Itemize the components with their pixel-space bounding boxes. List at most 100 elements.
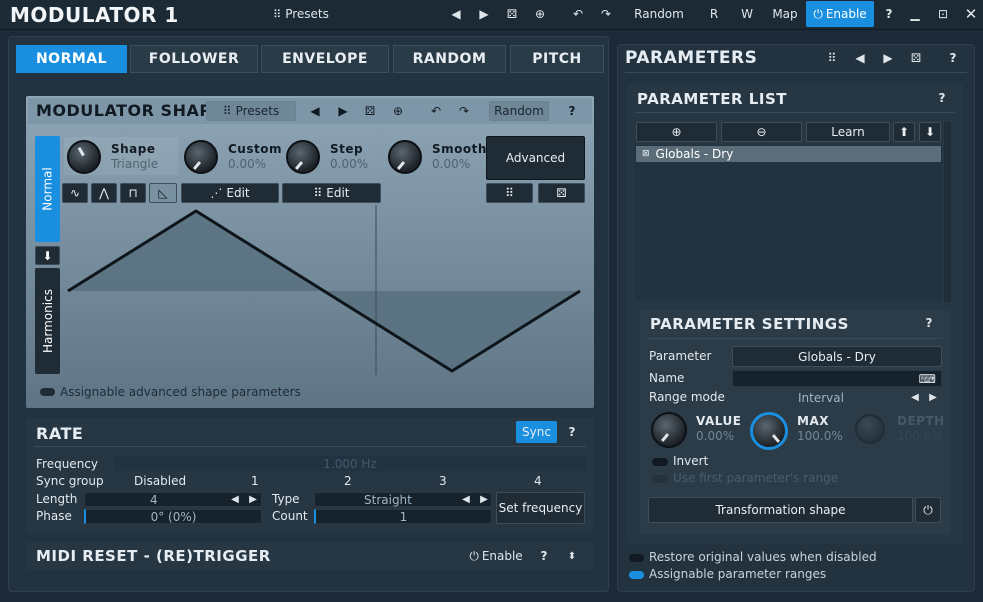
shape-random-button[interactable]: Random bbox=[489, 101, 549, 121]
step-knob[interactable] bbox=[286, 140, 320, 174]
edit-points-button[interactable]: ⋰ Edit bbox=[181, 183, 279, 203]
presets-button[interactable]: ⠿ Presets bbox=[268, 4, 334, 24]
range-next-icon[interactable]: ▶ bbox=[927, 390, 939, 404]
length-next-icon[interactable]: ▶ bbox=[247, 492, 259, 506]
plugin-window: MODULATOR 1 ⠿ Presets ◀ ▶ ⚄ ⊕ ↶ ↷ Random … bbox=[0, 0, 983, 602]
random-button[interactable]: Random bbox=[630, 5, 688, 23]
steps-icon: ⠿ bbox=[313, 186, 323, 200]
type-next-icon[interactable]: ▶ bbox=[478, 492, 490, 506]
grid-view-icon[interactable]: ⠿ bbox=[486, 183, 533, 203]
dice-view-icon[interactable]: ⚄ bbox=[538, 183, 585, 203]
transformation-power-icon[interactable]: ⏻ bbox=[915, 497, 941, 523]
next-preset-icon[interactable]: ▶ bbox=[476, 5, 492, 23]
sine-wave-icon[interactable]: ∿ bbox=[62, 183, 88, 203]
grid-icon: ⠿ bbox=[273, 7, 282, 21]
params-grid-icon[interactable]: ⠿ bbox=[824, 50, 840, 66]
phase-label: Phase bbox=[36, 509, 72, 523]
invert-toggle[interactable] bbox=[652, 458, 668, 466]
value-knob[interactable] bbox=[651, 412, 687, 448]
midi-help-icon[interactable]: ? bbox=[536, 548, 552, 564]
tab-normal[interactable]: NORMAL bbox=[16, 45, 127, 73]
read-button[interactable]: R bbox=[706, 5, 722, 23]
move-up-icon[interactable]: ⬆ bbox=[893, 122, 915, 142]
shape-prev-icon[interactable]: ◀ bbox=[308, 103, 322, 119]
transformation-shape-button[interactable]: Transformation shape bbox=[648, 497, 913, 523]
range-prev-icon[interactable]: ◀ bbox=[909, 390, 921, 404]
max-label: MAX bbox=[797, 414, 829, 428]
sync-button[interactable]: Sync bbox=[516, 421, 557, 443]
phase-field[interactable]: 0° (0%) bbox=[84, 509, 262, 524]
undo-icon[interactable]: ↶ bbox=[569, 5, 587, 23]
shape-knob[interactable] bbox=[67, 140, 101, 174]
waveform-graph[interactable] bbox=[62, 205, 586, 380]
rate-divider bbox=[34, 446, 586, 447]
list-scrollbar[interactable] bbox=[944, 122, 951, 302]
waveform-fill-upper bbox=[68, 211, 324, 291]
name-input[interactable]: ⌨ bbox=[732, 370, 942, 387]
close-icon[interactable]: ✕ bbox=[962, 5, 980, 23]
write-button[interactable]: W bbox=[737, 5, 757, 23]
rate-help-icon[interactable]: ? bbox=[564, 424, 580, 440]
arrow-down-icon[interactable]: ⬇ bbox=[35, 246, 60, 265]
assignable-ranges-toggle[interactable] bbox=[629, 571, 644, 579]
midi-expand-icon[interactable]: ⬍ bbox=[566, 548, 578, 564]
settings-help-icon[interactable]: ? bbox=[921, 315, 937, 331]
list-item[interactable]: ⊠ Globals - Dry bbox=[636, 146, 941, 162]
map-button[interactable]: Map bbox=[770, 5, 800, 23]
set-frequency-button[interactable]: Set frequency bbox=[496, 492, 585, 524]
syncgroup-2: 2 bbox=[344, 474, 352, 488]
length-prev-icon[interactable]: ◀ bbox=[229, 492, 241, 506]
custom-knob[interactable] bbox=[184, 140, 218, 174]
step-knob-label: Step bbox=[330, 142, 364, 156]
parameters-title: PARAMETERS bbox=[625, 48, 758, 68]
prev-preset-icon[interactable]: ◀ bbox=[448, 5, 464, 23]
syncgroup-1: 1 bbox=[251, 474, 259, 488]
tab-follower[interactable]: FOLLOWER bbox=[130, 45, 258, 73]
saw-wave-icon[interactable]: ◺ bbox=[149, 183, 177, 203]
redo-icon[interactable]: ↷ bbox=[597, 5, 615, 23]
side-tab-harmonics[interactable]: Harmonics bbox=[35, 268, 60, 374]
type-prev-icon[interactable]: ◀ bbox=[460, 492, 472, 506]
params-dice-icon[interactable]: ⚄ bbox=[908, 50, 924, 66]
shape-redo-icon[interactable]: ↷ bbox=[456, 103, 472, 119]
remove-parameter-icon[interactable]: ⊖ bbox=[721, 122, 802, 142]
move-down-icon[interactable]: ⬇ bbox=[919, 122, 941, 142]
advanced-button[interactable]: Advanced bbox=[486, 136, 585, 180]
smooth-knob[interactable] bbox=[388, 140, 422, 174]
shape-next-icon[interactable]: ▶ bbox=[336, 103, 350, 119]
invert-label: Invert bbox=[673, 454, 709, 468]
learn-button[interactable]: Learn bbox=[806, 122, 890, 142]
tab-random[interactable]: RANDOM bbox=[393, 45, 506, 73]
assignable-ranges-label: Assignable parameter ranges bbox=[649, 567, 827, 581]
triangle-wave-icon[interactable]: ⋀ bbox=[91, 183, 117, 203]
shape-dice-icon[interactable]: ⚄ bbox=[362, 103, 378, 119]
params-help-icon[interactable]: ? bbox=[945, 50, 961, 66]
enable-button[interactable]: ⏻ Enable bbox=[806, 1, 874, 27]
dice-icon[interactable]: ⚄ bbox=[503, 5, 521, 23]
shape-undo-icon[interactable]: ↶ bbox=[428, 103, 444, 119]
shape-add-icon[interactable]: ⊕ bbox=[390, 103, 406, 119]
square-wave-icon[interactable]: ⊓ bbox=[120, 183, 146, 203]
list-help-icon[interactable]: ? bbox=[934, 90, 950, 106]
params-prev-icon[interactable]: ◀ bbox=[853, 50, 867, 66]
parameter-select[interactable]: Globals - Dry bbox=[732, 346, 942, 367]
add-icon[interactable]: ⊕ bbox=[531, 5, 549, 23]
max-knob[interactable] bbox=[750, 412, 788, 450]
checkbox-icon[interactable]: ⊠ bbox=[642, 149, 650, 159]
tab-envelope[interactable]: ENVELOPE bbox=[261, 45, 389, 73]
minimize-icon[interactable]: ▁ bbox=[906, 5, 924, 23]
restore-toggle[interactable] bbox=[629, 554, 644, 562]
count-field[interactable]: 1 bbox=[314, 509, 492, 524]
edit-steps-button[interactable]: ⠿ Edit bbox=[282, 183, 381, 203]
side-tab-normal[interactable]: Normal bbox=[35, 136, 60, 242]
tab-pitch[interactable]: PITCH bbox=[510, 45, 604, 73]
maximize-icon[interactable]: ⊡ bbox=[934, 5, 952, 23]
assignable-toggle[interactable] bbox=[40, 388, 55, 396]
params-next-icon[interactable]: ▶ bbox=[881, 50, 895, 66]
midi-title: MIDI RESET - (RE)TRIGGER bbox=[36, 547, 271, 565]
help-icon[interactable]: ? bbox=[880, 5, 898, 23]
shape-help-icon[interactable]: ? bbox=[564, 103, 580, 119]
shape-presets-button[interactable]: ⠿ Presets bbox=[206, 101, 296, 121]
add-parameter-icon[interactable]: ⊕ bbox=[636, 122, 717, 142]
midi-enable-button[interactable]: ⏻ Enable bbox=[466, 547, 526, 565]
